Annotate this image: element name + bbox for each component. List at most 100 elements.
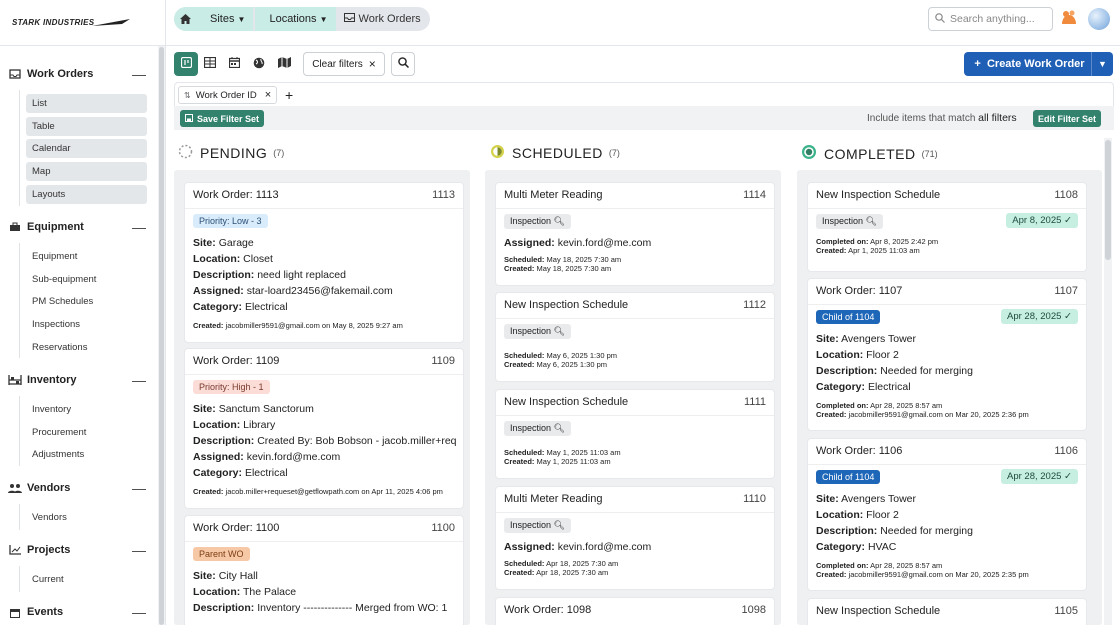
- sidebar-section-work-orders[interactable]: Work Orders —: [8, 66, 148, 82]
- home-icon[interactable]: [174, 7, 196, 31]
- match-mode-value[interactable]: all filters: [978, 112, 1017, 124]
- filter-chip-label: Work Order ID: [195, 89, 257, 101]
- save-icon: [185, 113, 193, 124]
- caret-down-icon: ▼: [237, 14, 246, 24]
- created-field: Created: Apr 1, 2025 11:03 am: [816, 246, 920, 255]
- toolbox-icon: [8, 221, 22, 233]
- collapse-icon[interactable]: —: [132, 219, 146, 235]
- search-input[interactable]: Search anything...: [928, 7, 1053, 31]
- work-order-card[interactable]: Multi Meter Reading 1114 Inspection 🔍︎ As…: [495, 182, 775, 286]
- clear-filters-button[interactable]: Clear filters ×: [303, 52, 385, 76]
- child-of-badge[interactable]: Child of 1104: [816, 470, 881, 484]
- save-filter-set-button[interactable]: Save Filter Set: [180, 110, 265, 127]
- card-title: New Inspection Schedule: [816, 189, 941, 201]
- card-number: 1112: [743, 299, 766, 311]
- table-view-button[interactable]: [198, 52, 222, 76]
- column-scheduled: Multi Meter Reading 1114 Inspection 🔍︎ As…: [485, 170, 781, 625]
- sidebar-item-vendors[interactable]: Vendors: [26, 508, 147, 527]
- work-order-card[interactable]: Work Order: 1107 1107 Child of 1104 Apr 2…: [807, 278, 1087, 431]
- work-order-card[interactable]: New Inspection Schedule 1105: [807, 598, 1087, 625]
- edit-filter-set-button[interactable]: Edit Filter Set: [1033, 110, 1102, 127]
- sidebar-item-adjustments[interactable]: Adjustments: [26, 445, 147, 464]
- inspection-badge: Inspection 🔍︎: [504, 214, 571, 229]
- search-button[interactable]: [391, 52, 415, 76]
- avatar[interactable]: [1088, 8, 1110, 30]
- sidebar-item-map[interactable]: Map: [26, 162, 147, 181]
- sidebar-item-reservations[interactable]: Reservations: [26, 338, 147, 357]
- sidebar-item-inventory[interactable]: Inventory: [26, 400, 147, 419]
- sidebar-item-pm-schedules[interactable]: PM Schedules: [26, 292, 147, 311]
- notification-icon[interactable]: [1059, 9, 1079, 29]
- work-order-card[interactable]: Work Order: 1109 1109 Priority: High - 1 …: [184, 348, 464, 509]
- column-header-completed: COMPLETED (71): [801, 144, 938, 163]
- add-filter-button[interactable]: +: [285, 87, 293, 103]
- column-count: (71): [921, 148, 938, 159]
- inbox-icon: [343, 13, 355, 25]
- globe-view-button[interactable]: [247, 52, 271, 76]
- divider: [19, 504, 20, 530]
- board-scrollbar[interactable]: [1104, 138, 1112, 625]
- work-order-card[interactable]: Work Order: 1098 1098: [495, 597, 775, 625]
- work-order-card[interactable]: New Inspection Schedule 1112 Inspection 🔍…: [495, 292, 775, 382]
- sidebar-item-current[interactable]: Current: [26, 570, 147, 589]
- collapse-icon[interactable]: —: [132, 604, 146, 620]
- board-scrollbar-thumb[interactable]: [1105, 140, 1111, 260]
- brand-logo[interactable]: STARK INDUSTRIES: [0, 0, 165, 46]
- sidebar-section-vendors[interactable]: Vendors —: [8, 480, 148, 496]
- work-order-card[interactable]: New Inspection Schedule 1111 Inspection 🔍…: [495, 389, 775, 479]
- sidebar-item-sub-equipment[interactable]: Sub-equipment: [26, 270, 147, 289]
- sidebar-section-events[interactable]: Events —: [8, 604, 148, 620]
- card-title: Work Order: 1106: [816, 445, 903, 457]
- table-icon: [203, 56, 217, 71]
- breadcrumb-sites-label: Sites: [210, 13, 235, 25]
- sidebar-item-procurement[interactable]: Procurement: [26, 423, 147, 442]
- collapse-icon[interactable]: —: [132, 542, 146, 558]
- breadcrumb-sites[interactable]: Sites ▼: [196, 7, 254, 31]
- column-header-scheduled: SCHEDULED (7): [490, 144, 620, 162]
- category-field: Category: Electrical: [816, 381, 911, 393]
- sidebar-item-list[interactable]: List: [26, 94, 147, 113]
- work-order-card[interactable]: Work Order: 1106 1106 Child of 1104 Apr 2…: [807, 438, 1087, 591]
- assigned-field: Assigned: kevin.ford@me.com: [193, 451, 341, 463]
- description-field: Description: Inventory -------------- Me…: [193, 602, 448, 614]
- section-label: Vendors: [27, 482, 71, 494]
- save-filter-set-label: Save Filter Set: [197, 113, 260, 124]
- create-work-order-label: Create Work Order: [986, 58, 1085, 70]
- card-number: 1106: [1054, 445, 1078, 457]
- work-order-card[interactable]: Work Order: 1100 1100 Parent WO Site: Cit…: [184, 515, 464, 625]
- category-field: Category: Electrical: [193, 301, 288, 313]
- calendar-view-button[interactable]: [222, 52, 246, 76]
- work-order-card[interactable]: Multi Meter Reading 1110 Inspection 🔍︎ As…: [495, 486, 775, 590]
- child-of-badge[interactable]: Child of 1104: [816, 310, 881, 324]
- breadcrumb-locations[interactable]: Locations ▼: [253, 7, 336, 31]
- sidebar-section-projects[interactable]: Projects —: [8, 542, 148, 558]
- work-order-card[interactable]: New Inspection Schedule 1108 Inspection 🔍…: [807, 182, 1087, 272]
- collapse-icon[interactable]: —: [132, 372, 146, 388]
- filter-chip-work-order-id[interactable]: ⇅ Work Order ID ×: [178, 86, 278, 104]
- sidebar-item-calendar[interactable]: Calendar: [26, 139, 147, 158]
- collapse-icon[interactable]: —: [132, 66, 146, 82]
- completed-date-badge: Apr 28, 2025 ✓: [1000, 309, 1078, 324]
- sidebar-section-equipment[interactable]: Equipment —: [8, 219, 148, 235]
- priority-badge: Priority: Low - 3: [193, 214, 268, 228]
- kanban-view-button[interactable]: [174, 52, 198, 76]
- create-work-order-button[interactable]: + Create Work Order ▼: [964, 52, 1113, 76]
- sidebar-item-layouts[interactable]: Layouts: [26, 185, 147, 204]
- sidebar-item-inspections[interactable]: Inspections: [26, 315, 147, 334]
- close-icon[interactable]: ×: [265, 89, 271, 101]
- work-order-card[interactable]: Work Order: 1113 1113 Priority: Low - 3 S…: [184, 182, 464, 343]
- card-number: 1100: [431, 522, 455, 534]
- inbox-icon: [8, 68, 22, 80]
- completed-field: Completed on: Apr 28, 2025 8:57 am: [816, 401, 943, 410]
- divider: [19, 396, 20, 466]
- search-icon: 🔍︎: [865, 216, 877, 226]
- sidebar-item-table[interactable]: Table: [26, 117, 147, 136]
- chevron-down-icon[interactable]: ▼: [1091, 52, 1113, 76]
- collapse-icon[interactable]: —: [132, 480, 146, 496]
- sidebar-scrollbar-thumb[interactable]: [159, 47, 164, 625]
- sidebar-section-inventory[interactable]: Inventory —: [8, 372, 148, 388]
- search-icon: 🔍︎: [553, 423, 565, 433]
- sidebar-item-equipment[interactable]: Equipment: [26, 247, 147, 266]
- map-view-button[interactable]: [272, 52, 296, 76]
- column-pending: Work Order: 1113 1113 Priority: Low - 3 S…: [174, 170, 470, 625]
